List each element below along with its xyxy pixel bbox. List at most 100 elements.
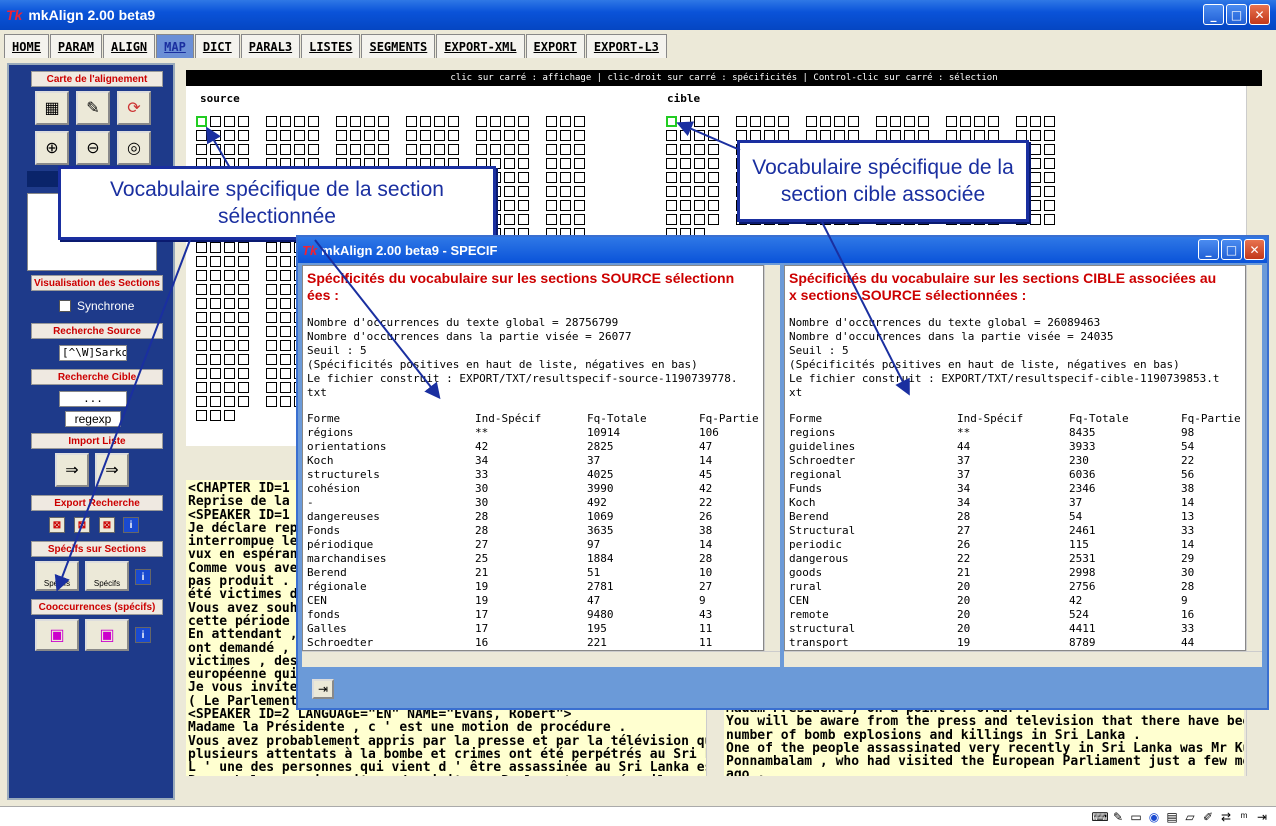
- section-square[interactable]: [518, 116, 529, 127]
- section-square[interactable]: [210, 354, 221, 365]
- section-square[interactable]: [750, 116, 761, 127]
- section-square[interactable]: [448, 116, 459, 127]
- section-square[interactable]: [1044, 144, 1055, 155]
- section-square[interactable]: [210, 270, 221, 281]
- section-square[interactable]: [708, 172, 719, 183]
- cooc-source-button[interactable]: ▣: [35, 619, 79, 651]
- section-square[interactable]: [574, 172, 585, 183]
- section-square[interactable]: [196, 256, 207, 267]
- section-square[interactable]: [210, 144, 221, 155]
- section-square[interactable]: [420, 144, 431, 155]
- section-square[interactable]: [196, 242, 207, 253]
- section-square[interactable]: [224, 270, 235, 281]
- section-square[interactable]: [806, 116, 817, 127]
- tab-dict[interactable]: DICT: [194, 34, 240, 58]
- section-square[interactable]: [708, 200, 719, 211]
- section-square[interactable]: [546, 172, 557, 183]
- zoom-in-button[interactable]: ⊕: [35, 131, 69, 165]
- section-square[interactable]: [1044, 186, 1055, 197]
- section-square[interactable]: [280, 144, 291, 155]
- section-square[interactable]: [224, 144, 235, 155]
- section-square[interactable]: [518, 172, 529, 183]
- section-square[interactable]: [708, 116, 719, 127]
- map-grid-button[interactable]: ▦: [35, 91, 69, 125]
- section-square[interactable]: [490, 144, 501, 155]
- section-square[interactable]: [448, 144, 459, 155]
- section-square[interactable]: [666, 200, 677, 211]
- section-square[interactable]: [694, 116, 705, 127]
- section-square[interactable]: [448, 130, 459, 141]
- section-square[interactable]: [266, 340, 277, 351]
- section-square[interactable]: [238, 284, 249, 295]
- exit-icon[interactable]: ⇥: [1254, 809, 1270, 825]
- section-square[interactable]: [490, 130, 501, 141]
- section-square[interactable]: [210, 116, 221, 127]
- section-square[interactable]: [294, 130, 305, 141]
- section-square[interactable]: [560, 130, 571, 141]
- section-square[interactable]: [708, 130, 719, 141]
- section-square[interactable]: [1030, 130, 1041, 141]
- tab-paral3[interactable]: PARAL3: [240, 34, 301, 58]
- section-square[interactable]: [1044, 214, 1055, 225]
- section-square[interactable]: [1044, 158, 1055, 169]
- section-square[interactable]: [546, 214, 557, 225]
- section-square[interactable]: [224, 382, 235, 393]
- section-square[interactable]: [1044, 130, 1055, 141]
- section-square[interactable]: [238, 382, 249, 393]
- section-square[interactable]: [266, 144, 277, 155]
- section-square[interactable]: [518, 144, 529, 155]
- section-square[interactable]: [266, 312, 277, 323]
- section-square[interactable]: [406, 130, 417, 141]
- section-square[interactable]: [574, 130, 585, 141]
- section-square[interactable]: [574, 144, 585, 155]
- section-square[interactable]: [294, 144, 305, 155]
- section-square[interactable]: [280, 116, 291, 127]
- section-square[interactable]: [266, 130, 277, 141]
- section-square[interactable]: [518, 158, 529, 169]
- section-square[interactable]: [560, 158, 571, 169]
- section-square[interactable]: [504, 130, 515, 141]
- section-square[interactable]: [546, 144, 557, 155]
- section-square[interactable]: [280, 396, 291, 407]
- section-square[interactable]: [224, 130, 235, 141]
- tab-segments[interactable]: SEGMENTS: [361, 34, 436, 58]
- section-square[interactable]: [210, 340, 221, 351]
- minimize-button[interactable]: _: [1203, 4, 1224, 25]
- section-square[interactable]: [350, 116, 361, 127]
- section-square[interactable]: [280, 326, 291, 337]
- synchrone-checkbox[interactable]: [59, 300, 71, 312]
- section-square[interactable]: [1030, 144, 1041, 155]
- section-square[interactable]: [280, 270, 291, 281]
- section-square[interactable]: [490, 116, 501, 127]
- section-square[interactable]: [224, 340, 235, 351]
- zoom-out-button[interactable]: ⊖: [76, 131, 110, 165]
- specif-cible-scrollbar[interactable]: [1246, 265, 1262, 651]
- section-square[interactable]: [518, 130, 529, 141]
- section-square[interactable]: [666, 186, 677, 197]
- section-square[interactable]: [238, 256, 249, 267]
- section-square[interactable]: [666, 158, 677, 169]
- section-square[interactable]: [518, 186, 529, 197]
- section-square[interactable]: [266, 354, 277, 365]
- section-square[interactable]: [680, 116, 691, 127]
- section-square[interactable]: [694, 214, 705, 225]
- section-square[interactable]: [196, 144, 207, 155]
- section-square[interactable]: [560, 116, 571, 127]
- specif-cible-pane[interactable]: Spécificités du vocabulaire sur les sect…: [784, 265, 1246, 651]
- section-square[interactable]: [988, 116, 999, 127]
- cooc-info-icon[interactable]: i: [135, 627, 151, 643]
- section-square[interactable]: [280, 312, 291, 323]
- close-button[interactable]: ✕: [1249, 4, 1270, 25]
- section-square[interactable]: [694, 200, 705, 211]
- section-square[interactable]: [266, 368, 277, 379]
- edit-icon[interactable]: ✐: [1200, 809, 1216, 825]
- section-square[interactable]: [280, 340, 291, 351]
- section-square[interactable]: [238, 312, 249, 323]
- section-square[interactable]: [238, 242, 249, 253]
- section-square[interactable]: [308, 116, 319, 127]
- section-square[interactable]: [266, 298, 277, 309]
- section-square[interactable]: [196, 270, 207, 281]
- section-square[interactable]: [504, 144, 515, 155]
- search-cible-input[interactable]: ...: [59, 391, 127, 407]
- section-square[interactable]: [224, 284, 235, 295]
